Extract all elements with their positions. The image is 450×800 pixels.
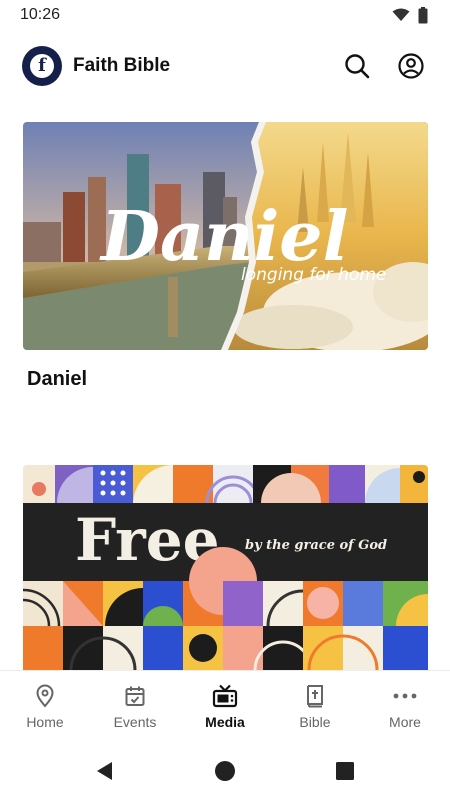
- nav-media[interactable]: Media: [180, 671, 270, 742]
- home-circle-icon: [215, 761, 235, 781]
- church-logo: f: [22, 46, 62, 86]
- calendar-icon: [125, 686, 145, 706]
- nav-label-media: Media: [205, 713, 245, 730]
- search-icon: [345, 54, 370, 79]
- bottom-navigation: Home Events Media Bible More: [0, 670, 450, 742]
- system-recents-button[interactable]: [331, 757, 359, 785]
- banner-subtitle-free: by the grace of God: [245, 538, 387, 553]
- series-banner-free[interactable]: Free by the grace of God: [23, 465, 428, 670]
- daniel-banner-art: Daniel longing for home: [23, 122, 428, 350]
- series-title: Daniel: [27, 368, 88, 390]
- nav-events[interactable]: Events: [90, 671, 180, 742]
- logo-mark: f: [30, 54, 54, 78]
- status-time: 10:26: [20, 6, 61, 23]
- status-icons: [392, 6, 428, 24]
- system-home-button[interactable]: [211, 757, 239, 785]
- nav-label-more: More: [389, 713, 421, 730]
- nav-label-home: Home: [26, 713, 64, 730]
- nav-bible[interactable]: Bible: [270, 671, 360, 742]
- tv-icon: [212, 684, 238, 707]
- location-pin-icon: [36, 684, 54, 708]
- nav-home[interactable]: Home: [0, 671, 90, 742]
- series-banner-daniel[interactable]: Daniel longing for home: [23, 122, 428, 350]
- recents-square-icon: [336, 762, 354, 780]
- profile-button[interactable]: [394, 49, 428, 83]
- nav-label-bible: Bible: [299, 713, 331, 730]
- system-navigation-bar: [0, 742, 450, 800]
- account-circle-icon: [398, 53, 424, 79]
- logo-letter: f: [38, 55, 46, 76]
- status-bar: 10:26: [0, 0, 450, 30]
- app-title: Faith Bible: [73, 55, 171, 76]
- series-card-daniel[interactable]: Daniel longing for home Daniel: [23, 122, 428, 391]
- bible-icon: [307, 684, 323, 707]
- search-button[interactable]: [340, 49, 374, 83]
- more-dots-icon: [393, 693, 417, 698]
- app-header: f Faith Bible: [0, 40, 450, 92]
- wifi-icon: [392, 8, 410, 21]
- series-card-free[interactable]: Free by the grace of God: [23, 465, 428, 670]
- back-triangle-icon: [97, 762, 112, 780]
- media-feed[interactable]: Daniel longing for home Daniel Free by t…: [0, 100, 450, 670]
- nav-more[interactable]: More: [360, 671, 450, 742]
- banner-subtitle-daniel: longing for home: [241, 265, 386, 285]
- free-banner-art: Free by the grace of God: [23, 465, 428, 670]
- system-back-button[interactable]: [91, 757, 119, 785]
- nav-label-events: Events: [113, 713, 157, 730]
- battery-icon: [418, 6, 428, 23]
